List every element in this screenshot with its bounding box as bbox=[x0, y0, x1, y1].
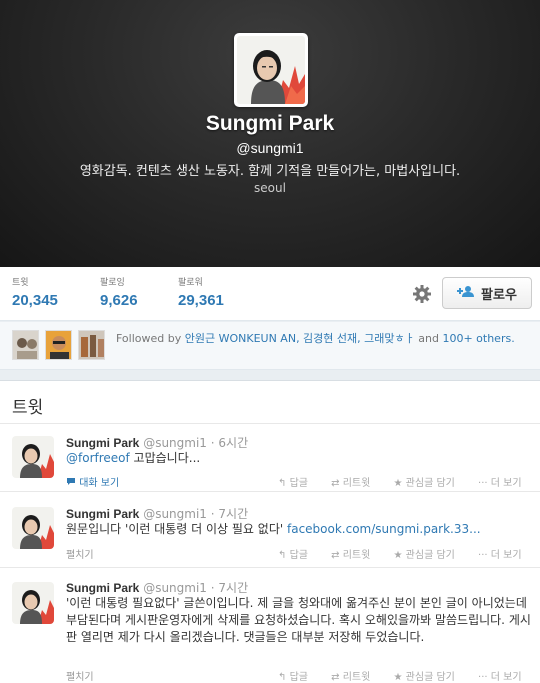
tweet-body: 원문입니다 '이런 대통령 더 이상 필요 없다' bbox=[66, 522, 287, 536]
tweet-item[interactable]: Sungmi Park @sungmi1 · 7시간 원문입니다 '이런 대통령… bbox=[0, 494, 540, 568]
followed-by-prefix: Followed by bbox=[116, 332, 182, 345]
reply-label: 답글 bbox=[289, 478, 308, 489]
tweet-author-handle[interactable]: @sungmi1 bbox=[143, 581, 207, 595]
tweet-header: Sungmi Park @sungmi1 · 7시간 bbox=[66, 505, 248, 522]
tweet-mention[interactable]: @forfreeof bbox=[66, 451, 130, 465]
tweet-header: Sungmi Park @sungmi1 · 6시간 bbox=[66, 434, 248, 451]
tweet-body: 고맙습니다... bbox=[129, 451, 201, 465]
profile-location: seoul bbox=[254, 181, 286, 195]
follower-avatar[interactable] bbox=[45, 330, 72, 360]
tweet-author-name[interactable]: Sungmi Park bbox=[66, 436, 139, 450]
tweet-text: @forfreeof 고맙습니다... bbox=[66, 450, 531, 467]
tweet-item[interactable]: Sungmi Park @sungmi1 · 7시간 '이런 대통령 필요없다'… bbox=[0, 570, 540, 683]
followed-by-bar: Followed by 안원근 WONKEUN AN, 김경현 선재, 그래맞ㅎ… bbox=[0, 322, 540, 370]
retweet-label: 리트윗 bbox=[342, 672, 371, 683]
tweet-time[interactable]: · 7시간 bbox=[211, 581, 248, 595]
view-conversation-label: 대화 보기 bbox=[79, 478, 120, 489]
favorite-label: 관심글 담기 bbox=[405, 478, 455, 489]
reply-label: 답글 bbox=[289, 672, 308, 683]
tweet-author-handle[interactable]: @sungmi1 bbox=[143, 507, 207, 521]
tweet-author-name[interactable]: Sungmi Park bbox=[66, 507, 139, 521]
follow-button[interactable]: 팔로우 bbox=[442, 277, 532, 309]
reply-button[interactable]: ↰ 답글 bbox=[278, 478, 318, 489]
reply-label: 답글 bbox=[289, 550, 308, 561]
retweet-label: 리트윗 bbox=[342, 478, 371, 489]
tweet-time[interactable]: · 6시간 bbox=[211, 436, 248, 450]
stat-tweets[interactable]: 트윗 20,345 bbox=[12, 275, 58, 309]
more-button[interactable]: ··· 더 보기 bbox=[478, 550, 532, 561]
more-label: 더 보기 bbox=[490, 478, 522, 489]
tweet-header: Sungmi Park @sungmi1 · 7시간 bbox=[66, 579, 248, 596]
tweet-text: '이런 대통령 필요없다' 글쓴이입니다. 제 글을 청와대에 옮겨주신 분이 … bbox=[66, 596, 531, 644]
tweet-author-name[interactable]: Sungmi Park bbox=[66, 581, 139, 595]
stat-value: 20,345 bbox=[12, 292, 58, 309]
chat-bubble-icon bbox=[66, 478, 79, 489]
stat-following[interactable]: 팔로잉 9,626 bbox=[100, 275, 138, 309]
more-button[interactable]: ··· 더 보기 bbox=[478, 478, 532, 489]
more-button[interactable]: ··· 더 보기 bbox=[478, 672, 532, 683]
tweet-actions: ↰ 답글 ⇄ 리트윗 ★ 관심글 담기 ··· 더 보기 bbox=[278, 474, 540, 489]
tweets-panel: 트윗 Sungmi Park @sungmi1 · 6시간 @forfreeof… bbox=[0, 380, 540, 683]
reply-button[interactable]: ↰ 답글 bbox=[278, 550, 318, 561]
retweet-button[interactable]: ⇄ 리트윗 bbox=[331, 672, 380, 683]
tweet-avatar[interactable] bbox=[12, 436, 54, 478]
profile-handle: @sungmi1 bbox=[236, 140, 304, 156]
retweet-button[interactable]: ⇄ 리트윗 bbox=[331, 478, 380, 489]
favorite-button[interactable]: ★ 관심글 담기 bbox=[394, 478, 465, 489]
retweet-label: 리트윗 bbox=[342, 550, 371, 561]
follower-avatar[interactable] bbox=[78, 330, 105, 360]
profile-name: Sungmi Park bbox=[205, 112, 335, 135]
expand-link[interactable]: 펼치기 bbox=[66, 546, 94, 561]
gear-icon[interactable] bbox=[412, 284, 432, 304]
profile-header: Sungmi Park @sungmi1 영화감독. 컨텐츠 생산 노동자. 함… bbox=[0, 0, 540, 267]
follower-avatar[interactable] bbox=[12, 330, 39, 360]
tweet-time[interactable]: · 7시간 bbox=[211, 507, 248, 521]
followed-by-text: Followed by 안원근 WONKEUN AN, 김경현 선재, 그래맞ㅎ… bbox=[116, 331, 526, 347]
favorite-button[interactable]: ★ 관심글 담기 bbox=[394, 550, 465, 561]
tweet-text: 원문입니다 '이런 대통령 더 이상 필요 없다' facebook.com/s… bbox=[66, 521, 531, 538]
add-user-icon bbox=[457, 285, 475, 301]
profile-avatar[interactable] bbox=[234, 33, 308, 107]
expand-link[interactable]: 펼치기 bbox=[66, 668, 94, 683]
stat-value: 29,361 bbox=[178, 292, 224, 309]
stat-label: 트윗 bbox=[12, 278, 29, 288]
profile-bio: 영화감독. 컨텐츠 생산 노동자. 함께 기적을 만들어가는, 마법사입니다. bbox=[79, 164, 461, 179]
stat-label: 팔로잉 bbox=[100, 278, 125, 288]
view-conversation-link[interactable]: 대화 보기 bbox=[66, 474, 119, 489]
stat-label: 팔로워 bbox=[178, 278, 203, 288]
more-label: 더 보기 bbox=[490, 672, 522, 683]
stat-followers[interactable]: 팔로워 29,361 bbox=[178, 275, 224, 309]
profile-page: Sungmi Park @sungmi1 영화감독. 컨텐츠 생산 노동자. 함… bbox=[0, 0, 540, 683]
followed-by-and: and bbox=[418, 332, 439, 345]
followed-by-more-link[interactable]: 100+ others. bbox=[442, 332, 514, 345]
tweet-link[interactable]: facebook.com/sungmi.park.33... bbox=[287, 522, 481, 536]
tweet-actions: ↰ 답글 ⇄ 리트윗 ★ 관심글 담기 ··· 더 보기 bbox=[278, 546, 540, 561]
more-label: 더 보기 bbox=[490, 550, 522, 561]
tweets-title: 트윗 bbox=[12, 398, 44, 418]
stat-value: 9,626 bbox=[100, 292, 138, 309]
tweet-avatar[interactable] bbox=[12, 507, 54, 549]
retweet-button[interactable]: ⇄ 리트윗 bbox=[331, 550, 380, 561]
follow-button-label: 팔로우 bbox=[481, 287, 517, 303]
tweet-item[interactable]: Sungmi Park @sungmi1 · 6시간 @forfreeof 고맙… bbox=[0, 424, 540, 492]
reply-button[interactable]: ↰ 답글 bbox=[278, 672, 318, 683]
tweet-actions: ↰ 답글 ⇄ 리트윗 ★ 관심글 담기 ··· 더 보기 bbox=[278, 668, 540, 683]
favorite-label: 관심글 담기 bbox=[405, 550, 455, 561]
stats-bar: 트윗 20,345 팔로잉 9,626 팔로워 29,361 팔로우 bbox=[0, 267, 540, 321]
favorite-button[interactable]: ★ 관심글 담기 bbox=[394, 672, 465, 683]
followed-by-names[interactable]: 안원근 WONKEUN AN, 김경현 선재, 그래맞ㅎㅏ bbox=[185, 332, 415, 345]
tweet-author-handle[interactable]: @sungmi1 bbox=[143, 436, 207, 450]
favorite-label: 관심글 담기 bbox=[405, 672, 455, 683]
tweet-avatar[interactable] bbox=[12, 582, 54, 624]
